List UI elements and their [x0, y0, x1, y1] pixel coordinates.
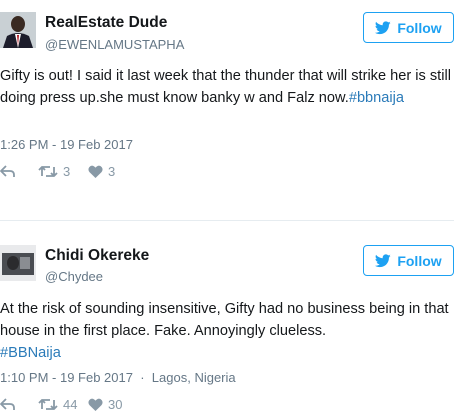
tweet-time[interactable]: 1:10 PM - 19 Feb 2017: [0, 370, 133, 385]
tweet-actions: 44 30: [0, 396, 122, 412]
follow-button[interactable]: Follow: [363, 245, 454, 276]
avatar[interactable]: [0, 245, 36, 281]
meta-separator: ·: [136, 370, 149, 385]
retweet-button[interactable]: 44: [38, 397, 88, 412]
hashtag-link[interactable]: #BBNaija: [0, 345, 61, 361]
reply-button[interactable]: [0, 397, 38, 411]
retweet-icon: [38, 398, 58, 410]
tweet-body: At the risk of sounding insensitive, Gif…: [0, 301, 449, 339]
author-handle[interactable]: @Chydee: [45, 269, 103, 284]
retweet-count: 44: [63, 396, 78, 412]
author-name[interactable]: Chidi Okereke: [45, 247, 149, 265]
like-count: 30: [108, 396, 123, 412]
tweet-location[interactable]: Lagos, Nigeria: [152, 370, 236, 385]
tweet-timestamp: 1:10 PM - 19 Feb 2017 · Lagos, Nigeria: [0, 370, 236, 385]
bird-icon: [375, 253, 392, 267]
reply-icon: [0, 397, 15, 410]
tweet-text: At the risk of sounding insensitive, Gif…: [0, 298, 454, 364]
tweet-card: Chidi Okereke @Chydee Follow At the risk…: [0, 0, 454, 412]
follow-label: Follow: [397, 252, 442, 269]
heart-icon: [88, 398, 103, 411]
like-button[interactable]: 30: [88, 397, 122, 412]
